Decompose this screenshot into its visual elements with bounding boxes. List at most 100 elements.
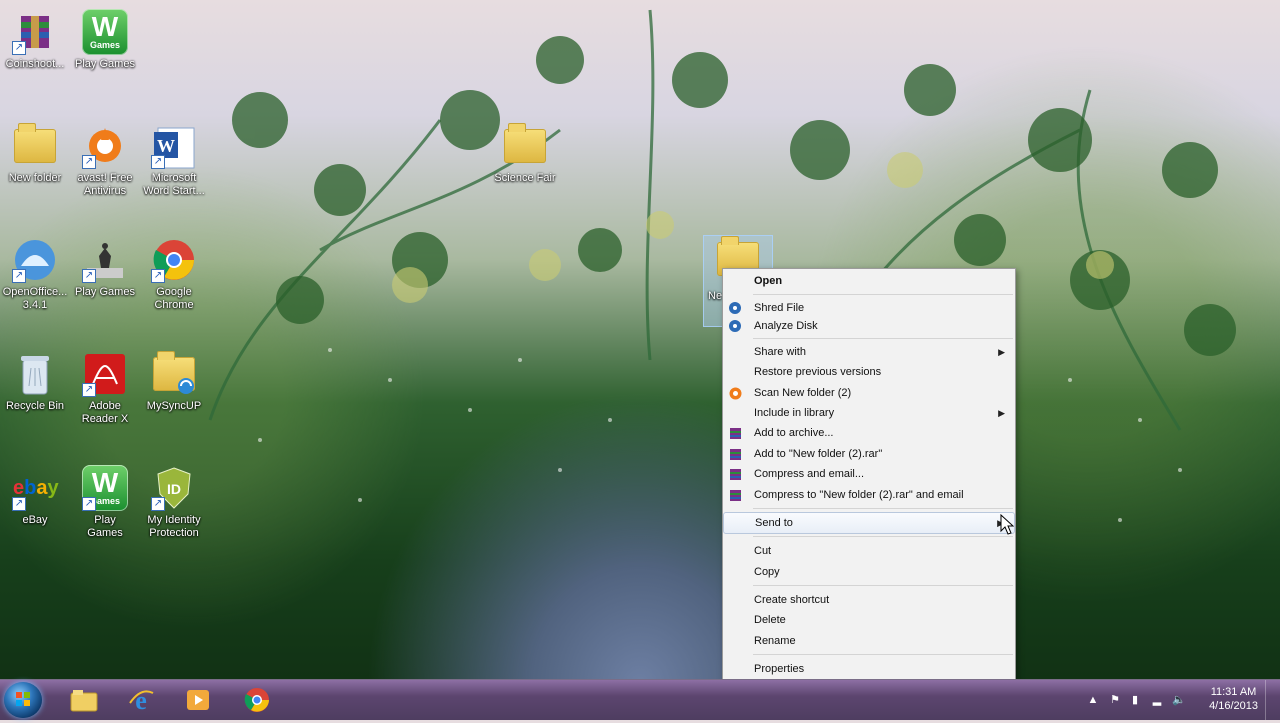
taskbar-internet-explorer-button[interactable]: e	[119, 684, 163, 716]
analyze-icon	[728, 319, 742, 333]
menu-item-properties[interactable]: Properties	[723, 659, 1015, 679]
menu-item-include-in-library[interactable]: Include in library ▶	[723, 403, 1015, 423]
action-center-flag-icon[interactable]: ⚑	[1108, 693, 1122, 707]
menu-item-cut[interactable]: Cut	[723, 541, 1015, 561]
media-player-icon	[187, 690, 209, 710]
menu-item-restore-previous-versions[interactable]: Restore previous versions	[723, 362, 1015, 382]
network-icon[interactable]: ▂	[1150, 693, 1164, 707]
menu-item-compress-and-email[interactable]: Compress and email...	[723, 464, 1015, 484]
menu-item-send-to[interactable]: Send to▶	[723, 512, 1015, 534]
shortcut-arrow-icon: ↗	[82, 269, 96, 283]
clock-date: 4/16/2013	[1209, 700, 1258, 712]
mouse-cursor-icon	[1000, 513, 1015, 541]
volume-icon[interactable]: 🔈	[1172, 693, 1186, 707]
menu-item-add-to-rar[interactable]: Add to "New folder (2).rar"	[723, 444, 1015, 464]
menu-item-create-shortcut[interactable]: Create shortcut	[723, 590, 1015, 610]
menu-item-add-to-archive[interactable]: Add to archive...	[723, 423, 1015, 443]
avast-icon: ↗	[81, 122, 129, 170]
taskbar-chrome-button[interactable]	[235, 684, 279, 716]
show-desktop-button[interactable]	[1265, 680, 1280, 720]
desktop-icon-label: Coinshoot...	[5, 58, 65, 70]
winrar-icon	[728, 488, 742, 502]
menu-item-label: Delete	[754, 614, 786, 626]
menu-item-share-with[interactable]: Share with ▶	[723, 342, 1015, 362]
desktop-icon-new-folder[interactable]: New folder	[1, 122, 69, 185]
taskbar-media-player-button[interactable]	[176, 684, 220, 716]
winrar-icon	[728, 447, 742, 461]
menu-item-label: Copy	[754, 566, 780, 578]
chess-icon: ↗	[81, 236, 129, 284]
shortcut-arrow-icon: ↗	[12, 41, 26, 55]
desktop-icon-mysyncup[interactable]: MySyncUP	[140, 350, 208, 413]
chrome-icon: ↗	[150, 236, 198, 284]
menu-item-label: Properties	[754, 663, 805, 675]
menu-item-label: Open	[754, 275, 783, 287]
menu-item-copy[interactable]: Copy	[723, 562, 1015, 582]
system-tray: ▲ ⚑ ▮ ▂ 🔈 11:31 AM 4/16/2013	[1080, 680, 1280, 720]
power-icon[interactable]: ▮	[1128, 693, 1142, 707]
desktop-icon-play-games-2[interactable]: ↗ Play Games	[71, 236, 139, 299]
context-menu: Open Shred File Analyze Disk Share with ▶…	[722, 268, 1016, 682]
svg-text:ebay: ebay	[13, 477, 59, 499]
desktop-icon-play-games-3[interactable]: W Games ↗ Play Games	[71, 464, 139, 540]
folder-icon	[11, 122, 59, 170]
desktop-icon-label: Play Games	[87, 514, 123, 539]
desktop-icon-avast[interactable]: ↗ avast! Free Antivirus	[71, 122, 139, 198]
desktop-icon-my-identity-protection[interactable]: ID ↗ My Identity Protection	[140, 464, 208, 540]
menu-item-label: Send to	[755, 517, 793, 529]
desktop-icon-label: My Identity Protection	[147, 514, 201, 539]
menu-item-label: Rename	[754, 635, 796, 647]
menu-item-rename[interactable]: Rename	[723, 631, 1015, 651]
avast-scan-icon	[728, 386, 742, 400]
desktop-icon-play-games-1[interactable]: W Games Play Games	[71, 8, 139, 71]
desktop-icon-ebay[interactable]: ebay ↗ eBay	[1, 464, 69, 527]
desktop-icon-label: Play Games	[75, 286, 135, 298]
clock-time: 11:31 AM	[1210, 686, 1257, 698]
shortcut-arrow-icon: ↗	[12, 269, 26, 283]
desktop-icon-google-chrome[interactable]: ↗ Google Chrome	[140, 236, 208, 312]
ebay-icon: ebay ↗	[11, 464, 59, 512]
desktop-icon-openoffice[interactable]: ↗ OpenOffice... 3.4.1	[1, 236, 69, 312]
menu-item-label: Add to "New folder (2).rar"	[754, 448, 883, 460]
shortcut-arrow-icon: ↗	[151, 269, 165, 283]
submenu-arrow-icon: ▶	[998, 408, 1005, 418]
desktop-icon-coinshoot[interactable]: ↗ Coinshoot...	[1, 8, 69, 71]
menu-item-compress-to-rar-and-email[interactable]: Compress to "New folder (2).rar" and ema…	[723, 485, 1015, 505]
clock[interactable]: 11:31 AM 4/16/2013	[1209, 685, 1258, 713]
desktop-icon-science-fair[interactable]: Science Fair	[491, 122, 559, 185]
menu-item-shred-file[interactable]: Shred File	[723, 298, 1015, 318]
wild-games-icon: W Games	[81, 8, 129, 56]
menu-separator	[753, 294, 1013, 295]
menu-item-label: Create shortcut	[754, 594, 830, 606]
taskbar-explorer-button[interactable]	[62, 684, 106, 716]
menu-item-label: Scan New folder (2)	[754, 387, 852, 399]
desktop-icon-word[interactable]: W ↗ Microsoft Word Start...	[140, 122, 208, 198]
menu-item-scan[interactable]: Scan New folder (2)	[723, 383, 1015, 403]
menu-item-delete[interactable]: Delete	[723, 610, 1015, 630]
sync-folder-icon	[150, 350, 198, 398]
desktop-icon-label: MySyncUP	[146, 400, 202, 412]
desktop-icon-label: Adobe Reader X	[81, 400, 129, 425]
identity-shield-icon: ID ↗	[150, 464, 198, 512]
start-button[interactable]	[4, 682, 42, 718]
desktop-icon-adobe-reader[interactable]: ↗ Adobe Reader X	[71, 350, 139, 426]
menu-item-analyze-disk[interactable]: Analyze Disk	[723, 316, 1015, 336]
menu-item-open[interactable]: Open	[723, 271, 1015, 291]
svg-text:W: W	[157, 136, 175, 156]
recycle-bin-icon	[11, 350, 59, 398]
svg-text:e: e	[135, 686, 147, 715]
menu-item-label: Cut	[754, 545, 772, 557]
windows-logo-icon	[16, 692, 30, 706]
desktop-icon-label: OpenOffice... 3.4.1	[2, 286, 68, 311]
desktop-icon-recycle-bin[interactable]: Recycle Bin	[1, 350, 69, 413]
menu-item-label: Compress and email...	[754, 468, 865, 480]
menu-item-label: Shred File	[754, 302, 805, 314]
winrar-icon: ↗	[11, 8, 59, 56]
wild-games-icon: W Games ↗	[81, 464, 129, 512]
menu-item-label: Add to archive...	[754, 427, 834, 439]
desktop-icon-label: eBay	[22, 514, 48, 526]
desktop-icon-label: Microsoft Word Start...	[143, 172, 205, 197]
shortcut-arrow-icon: ↗	[82, 155, 96, 169]
show-hidden-icons-icon[interactable]: ▲	[1086, 693, 1100, 707]
openoffice-icon: ↗	[11, 236, 59, 284]
